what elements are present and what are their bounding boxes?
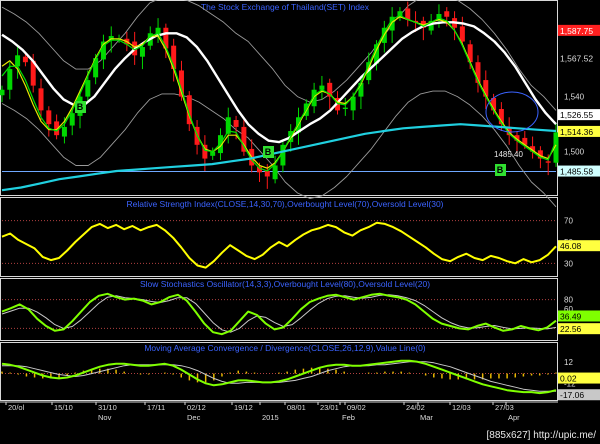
rsi-tick-70: 70 <box>564 217 573 226</box>
candle-body <box>0 89 5 96</box>
candle-body <box>163 27 169 49</box>
rsi-pane-frame <box>0 197 558 277</box>
candle-body <box>459 26 465 42</box>
stochastic-pane-title: Slow Stochastics Oscillator(14,3,3),Over… <box>140 279 430 289</box>
price-pane: B B B 1485.40 <box>0 0 559 208</box>
candle-body <box>85 80 91 97</box>
candle-body <box>15 55 21 67</box>
chart-canvas: The Stock Exchange of Thailand(SET) Inde… <box>0 0 600 444</box>
buy-marker-label: B <box>77 102 84 112</box>
ma-line-yellow <box>1 16 557 169</box>
rsi-line <box>1 221 557 269</box>
time-tick-label: 31/10 <box>98 403 117 412</box>
rsi-pane-title: Relative Strength Index(CLOSE,14,30,70),… <box>126 199 443 209</box>
price-tag-plain-text: 1,567.52 <box>560 54 593 64</box>
buy-marker: B <box>263 146 274 158</box>
macd-value-tag: 0.02 <box>558 372 600 384</box>
time-tick-label: Nov <box>98 413 112 422</box>
rsi-tick-30: 30 <box>564 259 573 268</box>
envelope-upper-line <box>1 0 557 111</box>
signal-value-tag: -17.06 <box>558 389 600 401</box>
stoch-d-tag-text: 22.56 <box>560 324 582 334</box>
stochastic-pane <box>1 292 557 336</box>
low-annotation: 1485.40 <box>494 150 523 159</box>
signal-value-tag-text: -17.06 <box>560 390 584 400</box>
candle-body <box>7 69 13 90</box>
time-tick-label: 08/01 <box>287 403 306 412</box>
ma-line-green <box>1 14 557 172</box>
price-tag-plain: 1,567.52 <box>558 52 600 64</box>
rsi-value-tag: 46.08 <box>558 240 600 252</box>
candle-body <box>233 120 239 127</box>
rsi-value-tag-text: 46.08 <box>560 241 582 251</box>
price-tag-white: 1,526.55 <box>558 109 600 121</box>
candle-body <box>38 88 44 111</box>
macd-value-tag-text: 0.02 <box>560 374 577 384</box>
time-tick-label: Apr <box>508 413 520 422</box>
candle-body <box>61 126 67 137</box>
buy-marker-label: B <box>497 165 504 175</box>
price-tag-yellow-text: 1,514.36 <box>560 127 593 137</box>
time-tick-label: 24/02 <box>406 403 425 412</box>
stoch-k-tag-text: 36.49 <box>560 311 582 321</box>
candle-body <box>46 110 52 125</box>
price-tag-cyan: 1,485.58 <box>558 165 600 177</box>
stock-chart-screen: The Stock Exchange of Thailand(SET) Inde… <box>0 0 600 444</box>
price-tick-1500: 1,500 <box>564 148 585 157</box>
price-tick-1540: 1,540 <box>564 93 585 102</box>
price-tag-red: 1,587.75 <box>558 24 600 36</box>
time-tick-label: 12/03 <box>452 403 471 412</box>
stoch-tick-80: 80 <box>564 296 573 305</box>
buy-marker-label: B <box>265 147 272 157</box>
time-tick-label: 09/02 <box>347 403 366 412</box>
macd-pane <box>1 359 557 395</box>
candle-body <box>22 56 28 63</box>
time-tick-label: Feb <box>342 413 355 422</box>
time-axis: 20/ol 15/10 Nov31/10 17/11 Dec02/12 19/12 2015… <box>0 401 558 422</box>
time-tick-label: 15/10 <box>54 403 73 412</box>
time-tick-label: 19/12 <box>234 403 253 412</box>
price-tag-cyan-text: 1,485.58 <box>560 167 593 177</box>
candle-body <box>545 161 551 163</box>
candle-body <box>444 11 450 17</box>
time-tick-label: 27/03 <box>495 403 514 412</box>
time-tick-label: 17/11 <box>147 403 165 412</box>
time-tick-label: 2015 <box>262 413 279 422</box>
stoch-d-tag: 22.56 <box>558 323 600 335</box>
time-tick-label: 02/12 <box>187 403 206 412</box>
macd-signal-line <box>2 361 556 392</box>
candle-body <box>210 151 216 156</box>
candle-body <box>139 47 145 57</box>
candle-body <box>69 113 75 126</box>
right-axis: 1,540 1,500 1,587.75 1,567.52 1,526.55 1,514.… <box>558 24 600 401</box>
price-tag-white-text: 1,526.55 <box>560 110 593 120</box>
candle-body <box>272 165 278 180</box>
macd-line <box>1 359 557 395</box>
price-pane-title: The Stock Exchange of Thailand(SET) Inde… <box>201 2 370 12</box>
time-tick-label: Mar <box>420 413 433 422</box>
price-tag-yellow: 1,514.36 <box>558 125 600 137</box>
rsi-pane <box>1 220 557 269</box>
time-tick-label: Dec <box>187 413 201 422</box>
buy-marker: B <box>495 164 506 176</box>
time-tick-label: 20/ol <box>8 403 25 412</box>
macd-tick-12: 12 <box>564 358 573 367</box>
candle-body <box>405 8 411 20</box>
price-tag-red-text: 1,587.75 <box>560 26 593 36</box>
stoch-k-tag: 36.49 <box>558 310 600 322</box>
buy-marker: B <box>75 101 86 113</box>
price-pane-frame <box>0 0 558 196</box>
watermark-text: [885x627] http://upic.me/ <box>486 430 596 441</box>
candle-body <box>342 107 348 110</box>
time-tick-label: 23/01 <box>320 403 339 412</box>
candles <box>0 1 559 189</box>
macd-pane-title: Moving Average Convergence / Divergence(… <box>144 343 425 353</box>
candle-body <box>264 170 270 177</box>
